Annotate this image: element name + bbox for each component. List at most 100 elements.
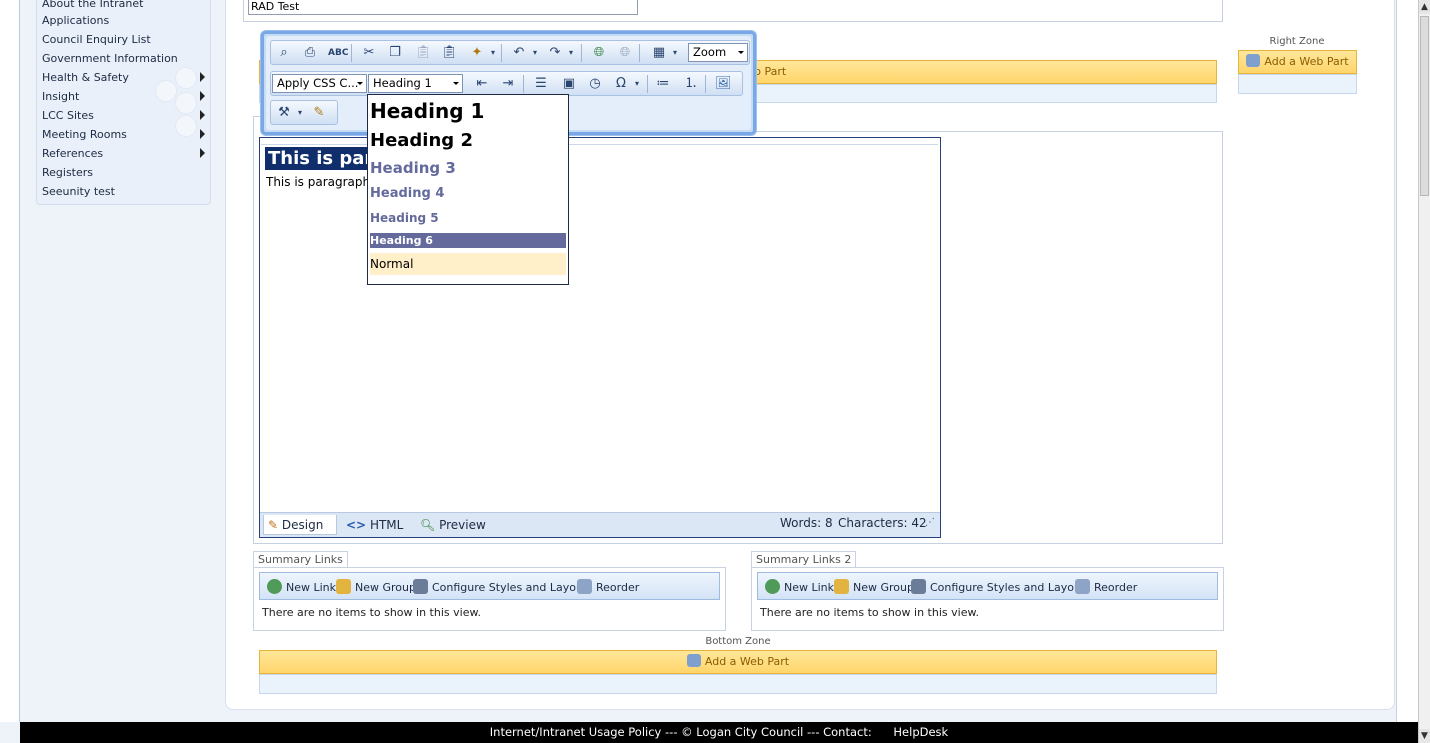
- numbered-list-icon[interactable]: ⒈: [683, 76, 699, 92]
- group-icon: [834, 579, 849, 594]
- configure-styles-button[interactable]: Configure Styles and Layout: [413, 579, 587, 595]
- nav-item-seeunity-test[interactable]: Seeunity test: [42, 182, 115, 201]
- table-icon[interactable]: ▦: [651, 45, 667, 61]
- add-web-part-icon: [686, 654, 701, 667]
- summary-links-1-title: Summary Links: [253, 551, 348, 568]
- bottom-zone-label: Bottom Zone: [705, 636, 771, 647]
- undo-icon[interactable]: ↶: [511, 45, 527, 61]
- align-left-icon[interactable]: ☰: [533, 76, 549, 92]
- submenu-arrow-icon[interactable]: [200, 110, 205, 120]
- chevron-down-icon[interactable]: ▾: [629, 76, 645, 92]
- heading-option-2[interactable]: Heading 2: [370, 128, 566, 154]
- cut-icon[interactable]: ✂: [361, 45, 377, 61]
- indent-icon[interactable]: ⇥: [500, 76, 516, 92]
- editor-content-area[interactable]: [261, 144, 938, 512]
- decorative-hex-icon: [175, 92, 197, 114]
- summary-links-2-title: Summary Links 2: [751, 551, 857, 568]
- paste-special-icon[interactable]: 📋︎: [441, 45, 458, 61]
- summary-links-2-empty: There are no items to show in this view.: [760, 606, 979, 619]
- resize-grip-icon[interactable]: ⋰: [925, 517, 935, 528]
- toolbar-separator: [523, 75, 524, 93]
- bottom-zone-add-web-part[interactable]: Add a Web Part: [259, 650, 1217, 674]
- normal-option[interactable]: Normal: [370, 253, 566, 275]
- scrollbar-thumb[interactable]: [1420, 16, 1429, 196]
- tab-html[interactable]: <> HTML: [342, 515, 403, 535]
- paragraph-style-select[interactable]: Heading 1: [368, 74, 463, 93]
- scroll-up-arrow-icon[interactable]: ▲: [1419, 0, 1430, 14]
- reorder-button[interactable]: Reorder: [577, 579, 639, 595]
- nav-item-insight[interactable]: Insight: [42, 87, 79, 106]
- toolbar-separator: [501, 44, 502, 62]
- title-input[interactable]: RAD Test: [248, 0, 638, 15]
- chevron-down-icon: [453, 82, 459, 85]
- decorative-hex-icon: [175, 115, 197, 137]
- bulleted-list-icon[interactable]: ≔: [655, 76, 671, 92]
- submenu-arrow-icon[interactable]: [200, 91, 205, 101]
- chevron-down-icon[interactable]: ▾: [667, 45, 683, 61]
- left-border: [0, 0, 20, 722]
- configure-styles-button[interactable]: Configure Styles and Layout: [911, 579, 1085, 595]
- new-group-button[interactable]: New Group: [336, 579, 416, 595]
- paste-icon[interactable]: 📋︎: [415, 45, 432, 61]
- chevron-down-icon[interactable]: ▾: [292, 105, 308, 121]
- heading-option-6[interactable]: Heading 6: [370, 233, 566, 248]
- add-web-part-label: Add a Web Part: [704, 655, 790, 668]
- html-edit-icon[interactable]: ✎: [311, 105, 327, 121]
- new-link-button[interactable]: New Link: [765, 579, 834, 595]
- reorder-label: Reorder: [1094, 581, 1138, 594]
- text-box-icon[interactable]: ▣: [561, 76, 577, 92]
- submenu-arrow-icon[interactable]: [200, 148, 205, 158]
- spellcheck-icon[interactable]: ABC: [328, 45, 348, 61]
- remove-link-icon[interactable]: 🌐︎: [617, 45, 633, 61]
- globe-link-icon: [267, 579, 282, 594]
- right-border: [1396, 0, 1418, 722]
- apply-css-select[interactable]: Apply CSS C...: [272, 74, 367, 93]
- outdent-icon[interactable]: ⇤: [474, 76, 490, 92]
- print-icon[interactable]: ⎙: [302, 45, 318, 61]
- nav-item-registers[interactable]: Registers: [42, 163, 93, 182]
- nav-item-lcc-sites[interactable]: LCC Sites: [42, 106, 94, 125]
- editor-paragraph[interactable]: This is paragraph: [266, 175, 368, 189]
- apply-css-value: Apply CSS C...: [277, 76, 359, 90]
- tab-design[interactable]: ✎ Design: [263, 515, 337, 535]
- heading-option-3[interactable]: Heading 3: [370, 157, 566, 179]
- heading-option-1[interactable]: Heading 1: [370, 97, 566, 125]
- copy-icon[interactable]: ❐: [387, 45, 403, 61]
- toolbar-separator: [705, 75, 706, 93]
- hyperlink-icon[interactable]: 🌐︎: [591, 45, 607, 61]
- scroll-down-arrow-icon[interactable]: ▼: [1419, 729, 1430, 743]
- toolbar-row-2: Apply CSS C... Heading 1 ⇤ ⇥ ☰ ▣ ◷ Ω ▾ ≔…: [270, 71, 743, 96]
- heading-option-5[interactable]: Heading 5: [370, 209, 566, 227]
- chevron-down-icon[interactable]: ▾: [563, 45, 579, 61]
- nav-item-government-info[interactable]: Government Information: [42, 49, 178, 68]
- nav-item-applications[interactable]: Applications: [42, 11, 109, 30]
- summary-links-2-toolbar: New Link New Group Configure Styles and …: [757, 572, 1218, 600]
- chevron-down-icon[interactable]: ▾: [527, 45, 543, 61]
- special-character-icon[interactable]: Ω: [613, 76, 629, 92]
- nav-item-health-safety[interactable]: Health & Safety: [42, 68, 129, 87]
- new-group-button[interactable]: New Group: [834, 579, 914, 595]
- find-icon[interactable]: ⌕: [276, 45, 292, 61]
- nav-item-references[interactable]: References: [42, 144, 103, 163]
- insert-image-icon[interactable]: 🖼︎: [715, 76, 732, 92]
- editor-selected-heading[interactable]: This is para: [265, 147, 369, 170]
- right-zone-add-web-part[interactable]: Add a Web Part: [1238, 50, 1357, 74]
- redo-icon[interactable]: ↷: [547, 45, 563, 61]
- tools-icon[interactable]: ⚒: [276, 105, 292, 121]
- date-time-icon[interactable]: ◷: [587, 76, 603, 92]
- helpdesk-link[interactable]: HelpDesk: [893, 725, 948, 739]
- summary-links-1-toolbar: New Link New Group Configure Styles and …: [259, 572, 720, 600]
- reorder-label: Reorder: [596, 581, 640, 594]
- new-link-button[interactable]: New Link: [267, 579, 336, 595]
- format-stripper-icon[interactable]: ✦: [469, 45, 485, 61]
- submenu-arrow-icon[interactable]: [200, 72, 205, 82]
- globe-link-icon: [765, 579, 780, 594]
- reorder-button[interactable]: Reorder: [1075, 579, 1137, 595]
- nav-item-council-enquiry[interactable]: Council Enquiry List: [42, 30, 151, 49]
- nav-item-meeting-rooms[interactable]: Meeting Rooms: [42, 125, 127, 144]
- tab-preview[interactable]: 🔍︎ Preview: [416, 515, 486, 535]
- chevron-down-icon[interactable]: ▾: [485, 45, 501, 61]
- heading-option-4[interactable]: Heading 4: [370, 184, 566, 204]
- submenu-arrow-icon[interactable]: [200, 129, 205, 139]
- zoom-select[interactable]: Zoom: [688, 43, 748, 62]
